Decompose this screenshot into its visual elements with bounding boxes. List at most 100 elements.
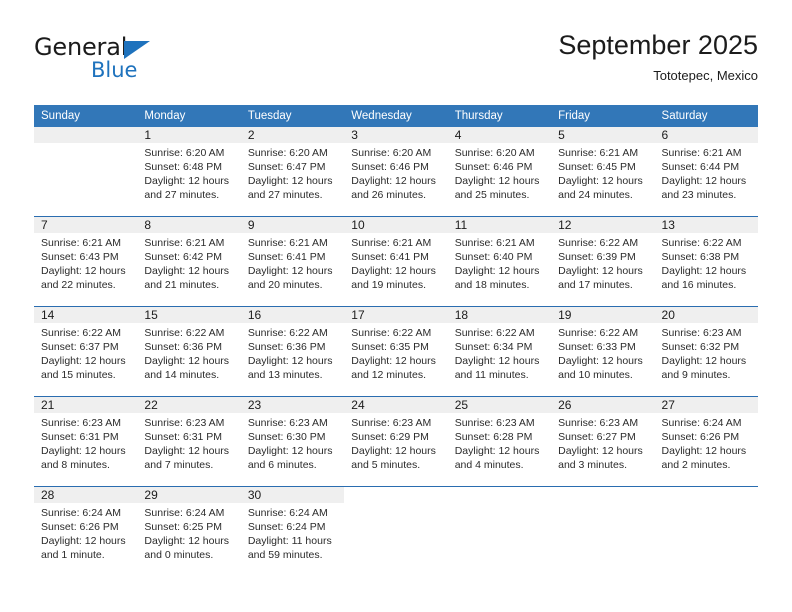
daylight-text: Daylight: 12 hours — [661, 265, 747, 277]
day-number: 22 — [137, 397, 241, 413]
daylight-text: and 14 minutes. — [144, 369, 220, 381]
day-detail-lines: Sunrise: 6:23 AM Sunset: 6:32 PM Daylight:… — [655, 323, 758, 382]
calendar-day-cell[interactable]: 21 Sunrise: 6:23 AM Sunset: 6:31 PM Dayligh… — [34, 396, 138, 487]
day-detail-lines: Sunrise: 6:20 AM Sunset: 6:48 PM Daylight:… — [137, 143, 240, 202]
sunset-text: Sunset: 6:42 PM — [144, 251, 223, 263]
calendar-day-cell[interactable]: 7 Sunrise: 6:21 AM Sunset: 6:43 PM Daylight… — [34, 216, 138, 307]
daylight-text: and 7 minutes. — [144, 459, 214, 471]
sunrise-text: Sunrise: 6:23 AM — [247, 417, 328, 429]
logo-secondary-text: Blue — [91, 58, 138, 82]
day-detail-lines: Sunrise: 6:23 AM Sunset: 6:30 PM Daylight:… — [241, 413, 344, 472]
sunset-text: Sunset: 6:26 PM — [661, 431, 740, 443]
calendar-body: 1 Sunrise: 6:20 AM Sunset: 6:48 PM Daylight… — [34, 127, 758, 576]
daylight-text: Daylight: 12 hours — [144, 175, 230, 187]
daylight-text: and 17 minutes. — [558, 279, 633, 291]
sunset-text: Sunset: 6:41 PM — [351, 251, 429, 263]
day-number: 23 — [240, 397, 345, 413]
calendar-day-cell[interactable]: 16 Sunrise: 6:22 AM Sunset: 6:36 PM Dayligh… — [240, 306, 345, 397]
sunset-text: Sunset: 6:27 PM — [558, 431, 636, 443]
day-detail-lines: Sunrise: 6:23 AM Sunset: 6:31 PM Daylight:… — [34, 413, 137, 472]
day-number: 3 — [344, 127, 448, 143]
calendar-day-cell[interactable]: 29 Sunrise: 6:24 AM Sunset: 6:25 PM Dayligh… — [137, 486, 241, 576]
daylight-text: Daylight: 12 hours — [247, 265, 333, 277]
day-detail-lines: Sunrise: 6:23 AM Sunset: 6:29 PM Daylight:… — [344, 413, 447, 472]
calendar-day-cell[interactable]: 22 Sunrise: 6:23 AM Sunset: 6:31 PM Dayligh… — [137, 396, 241, 487]
sunset-text: Sunset: 6:39 PM — [558, 251, 636, 263]
day-detail-lines: Sunrise: 6:20 AM Sunset: 6:46 PM Daylight:… — [448, 143, 551, 202]
calendar-day-cell[interactable]: 8 Sunrise: 6:21 AM Sunset: 6:42 PM Daylight… — [137, 216, 241, 307]
daylight-text: Daylight: 12 hours — [558, 445, 643, 457]
day-number: 26 — [551, 397, 655, 413]
calendar-day-cell[interactable]: 18 Sunrise: 6:22 AM Sunset: 6:34 PM Dayligh… — [447, 306, 552, 397]
daylight-text: and 26 minutes. — [351, 189, 426, 201]
sunset-text: Sunset: 6:28 PM — [454, 431, 533, 443]
calendar-day-cell[interactable]: 26 Sunrise: 6:23 AM Sunset: 6:27 PM Dayligh… — [551, 396, 655, 487]
calendar-day-cell[interactable]: 10 Sunrise: 6:21 AM Sunset: 6:41 PM Dayligh… — [344, 216, 448, 307]
calendar-day-cell[interactable]: 15 Sunrise: 6:22 AM Sunset: 6:36 PM Dayligh… — [137, 306, 241, 397]
calendar-day-cell[interactable]: 28 Sunrise: 6:24 AM Sunset: 6:26 PM Dayligh… — [34, 486, 138, 576]
calendar-day-cell[interactable]: 13 Sunrise: 6:22 AM Sunset: 6:38 PM Dayligh… — [654, 216, 758, 307]
daylight-text: Daylight: 12 hours — [247, 355, 333, 367]
day-detail-lines: Sunrise: 6:22 AM Sunset: 6:37 PM Daylight:… — [34, 323, 137, 382]
calendar-day-cell[interactable]: 3 Sunrise: 6:20 AM Sunset: 6:46 PM Daylight… — [344, 127, 448, 217]
sunrise-text: Sunrise: 6:23 AM — [661, 327, 742, 339]
day-number — [344, 487, 447, 503]
triangle-icon — [124, 41, 150, 59]
day-detail-lines: Sunrise: 6:24 AM Sunset: 6:25 PM Daylight:… — [137, 503, 240, 562]
daylight-text: and 27 minutes. — [144, 189, 220, 201]
sunrise-text: Sunrise: 6:24 AM — [247, 507, 328, 519]
calendar-day-cell[interactable]: 12 Sunrise: 6:22 AM Sunset: 6:39 PM Dayligh… — [551, 216, 655, 307]
daylight-text: and 15 minutes. — [41, 369, 116, 381]
weekday-header-monday: Monday — [137, 105, 241, 127]
calendar-day-cell[interactable]: 4 Sunrise: 6:20 AM Sunset: 6:46 PM Daylight… — [447, 127, 552, 217]
day-number: 5 — [551, 127, 655, 143]
day-number: 6 — [654, 127, 758, 143]
calendar-day-cell[interactable]: 14 Sunrise: 6:22 AM Sunset: 6:37 PM Dayligh… — [34, 306, 138, 397]
sunset-text: Sunset: 6:35 PM — [351, 341, 429, 353]
day-number: 14 — [34, 307, 138, 323]
day-number: 2 — [240, 127, 345, 143]
calendar-day-cell[interactable]: 20 Sunrise: 6:23 AM Sunset: 6:32 PM Dayligh… — [654, 306, 758, 397]
calendar-day-cell[interactable]: 1 Sunrise: 6:20 AM Sunset: 6:48 PM Daylight… — [137, 127, 241, 217]
day-detail-lines: Sunrise: 6:22 AM Sunset: 6:39 PM Daylight:… — [551, 233, 654, 292]
day-number: 16 — [240, 307, 345, 323]
daylight-text: and 24 minutes. — [558, 189, 633, 201]
day-detail-lines: Sunrise: 6:21 AM Sunset: 6:40 PM Daylight:… — [448, 233, 551, 292]
calendar-day-cell[interactable]: 30 Sunrise: 6:24 AM Sunset: 6:24 PM Dayligh… — [240, 486, 345, 576]
general-blue-logo[interactable]: General Blue — [34, 33, 234, 89]
sunrise-text: Sunrise: 6:21 AM — [351, 237, 432, 249]
page-title: September 2025 — [558, 30, 758, 60]
calendar-day-cell[interactable]: 5 Sunrise: 6:21 AM Sunset: 6:45 PM Daylight… — [551, 127, 655, 217]
day-number: 8 — [137, 217, 241, 233]
sunset-text: Sunset: 6:36 PM — [144, 341, 223, 353]
day-number: 27 — [654, 397, 758, 413]
sunset-text: Sunset: 6:36 PM — [247, 341, 326, 353]
daylight-text: and 5 minutes. — [351, 459, 421, 471]
daylight-text: Daylight: 12 hours — [351, 175, 436, 187]
calendar-day-cell[interactable]: 6 Sunrise: 6:21 AM Sunset: 6:44 PM Daylight… — [654, 127, 758, 217]
calendar-day-cell[interactable]: 23 Sunrise: 6:23 AM Sunset: 6:30 PM Dayligh… — [240, 396, 345, 487]
sunrise-text: Sunrise: 6:22 AM — [144, 327, 225, 339]
sunrise-text: Sunrise: 6:20 AM — [144, 147, 225, 159]
calendar-day-cell[interactable]: 11 Sunrise: 6:21 AM Sunset: 6:40 PM Dayligh… — [447, 216, 552, 307]
calendar-day-cell[interactable]: 25 Sunrise: 6:23 AM Sunset: 6:28 PM Dayligh… — [447, 396, 552, 487]
sunset-text: Sunset: 6:24 PM — [247, 521, 326, 533]
daylight-text: Daylight: 12 hours — [351, 355, 436, 367]
calendar-empty-cell — [551, 486, 655, 576]
calendar-day-cell[interactable]: 9 Sunrise: 6:21 AM Sunset: 6:41 PM Daylight… — [240, 216, 345, 307]
calendar-day-cell[interactable]: 2 Sunrise: 6:20 AM Sunset: 6:47 PM Daylight… — [240, 127, 345, 217]
calendar-day-cell[interactable]: 27 Sunrise: 6:24 AM Sunset: 6:26 PM Dayligh… — [654, 396, 758, 487]
calendar-empty-cell — [654, 486, 758, 576]
day-number: 10 — [344, 217, 448, 233]
sunrise-text: Sunrise: 6:22 AM — [661, 237, 742, 249]
daylight-text: and 13 minutes. — [247, 369, 323, 381]
weekday-header-thursday: Thursday — [447, 105, 552, 127]
day-number: 17 — [344, 307, 448, 323]
calendar-day-cell[interactable]: 24 Sunrise: 6:23 AM Sunset: 6:29 PM Dayligh… — [344, 396, 448, 487]
sunset-text: Sunset: 6:40 PM — [454, 251, 533, 263]
daylight-text: Daylight: 12 hours — [247, 445, 333, 457]
daylight-text: and 59 minutes. — [247, 549, 323, 561]
calendar-day-cell[interactable]: 17 Sunrise: 6:22 AM Sunset: 6:35 PM Dayligh… — [344, 306, 448, 397]
daylight-text: Daylight: 12 hours — [661, 175, 747, 187]
calendar-day-cell[interactable]: 19 Sunrise: 6:22 AM Sunset: 6:33 PM Dayligh… — [551, 306, 655, 397]
